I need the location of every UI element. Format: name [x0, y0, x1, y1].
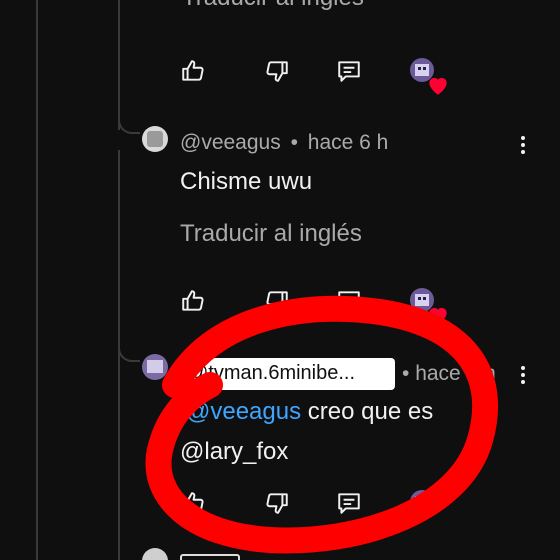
comment-body-line2: @lary_fox	[180, 438, 289, 465]
more-vertical-icon	[521, 136, 525, 140]
reply-button[interactable]	[336, 58, 366, 88]
creator-heart-icon	[429, 307, 447, 325]
comment-actions	[180, 288, 460, 325]
avatar[interactable]	[142, 354, 168, 380]
thread-connector	[118, 346, 140, 362]
thumbs-down-icon	[266, 61, 288, 82]
comment-meta: @veeagus • hace 6 h	[180, 131, 388, 155]
avatar[interactable]	[142, 548, 168, 560]
meta-separator: •	[402, 362, 410, 385]
meta-separator: •	[290, 131, 298, 154]
thread-line-inner	[118, 0, 120, 130]
creator-avatar	[410, 490, 434, 514]
more-options-button[interactable]	[516, 364, 530, 388]
thumbs-up-icon	[182, 290, 204, 311]
dislike-button[interactable]	[264, 490, 294, 520]
comment-actions-top	[180, 58, 460, 95]
comment-reply-icon	[338, 493, 360, 514]
translate-link[interactable]: Traducir al inglés	[180, 220, 362, 248]
comment-time: hace 6 h	[307, 131, 389, 154]
thumbs-down-icon	[266, 291, 288, 312]
creator-heart[interactable]	[410, 288, 447, 325]
comment-body: @veeagus creo que es	[186, 398, 433, 426]
comment-body-text: creo que es	[301, 398, 434, 425]
more-vertical-icon	[521, 366, 525, 370]
creator-heart-icon	[429, 77, 447, 95]
comment-author-chip[interactable]: @tvman.6minibe...	[180, 358, 395, 390]
reply-button[interactable]	[336, 288, 366, 318]
thumbs-up-icon	[182, 492, 204, 513]
creator-heart[interactable]	[410, 490, 440, 520]
dislike-button[interactable]	[264, 288, 294, 318]
comment-reply-icon	[338, 291, 360, 312]
thread-line-outer	[36, 0, 38, 560]
avatar[interactable]	[142, 126, 168, 152]
reply-button[interactable]	[336, 490, 366, 520]
comment-author-chip-partial	[180, 554, 240, 560]
comment-reply-icon	[338, 61, 360, 82]
thread-connector	[118, 118, 140, 134]
translate-link-top[interactable]: Traducir al inglés	[182, 0, 364, 12]
like-button[interactable]	[180, 490, 210, 520]
comment-time: hace 6 h	[415, 362, 496, 385]
mention-link[interactable]: @veeagus	[186, 398, 301, 425]
comment-actions	[180, 490, 460, 522]
like-button[interactable]	[180, 288, 210, 318]
more-options-button[interactable]	[516, 134, 530, 158]
comment-meta: • hace 6 h	[402, 362, 496, 386]
comment-body: Chisme uwu	[180, 168, 313, 195]
thumbs-up-icon	[182, 60, 204, 81]
thumbs-down-icon	[266, 493, 288, 514]
like-button[interactable]	[180, 58, 210, 88]
comment-author[interactable]: @veeagus	[180, 131, 281, 154]
creator-heart[interactable]	[410, 58, 447, 95]
dislike-button[interactable]	[264, 58, 294, 88]
